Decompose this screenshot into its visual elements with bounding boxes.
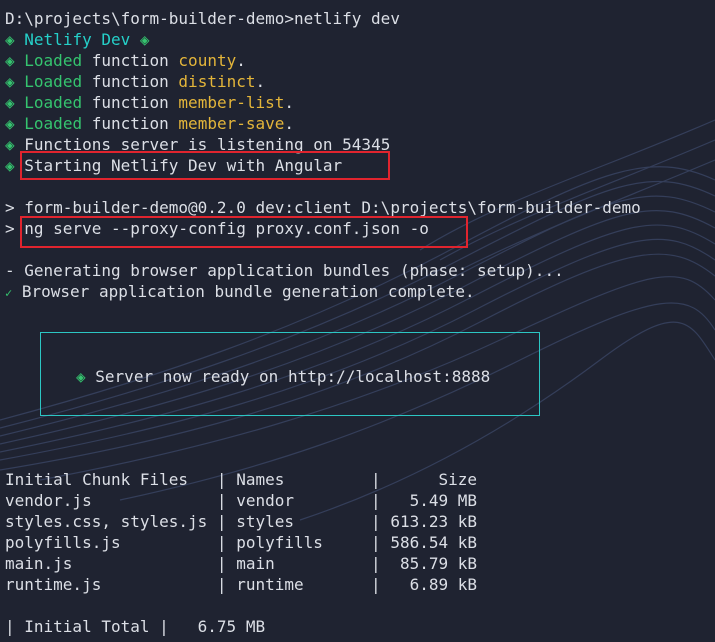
functions-server-line: ◈ Functions server is listening on 54345: [5, 134, 710, 155]
server-ready-line: ◈ Server now ready on http://localhost:8…: [76, 366, 490, 387]
function-label: function: [91, 72, 169, 91]
function-name: member-save: [178, 114, 285, 133]
diamond-icon: ◈: [5, 135, 15, 154]
table-row: vendor.js | vendor | 5.49 MB: [5, 491, 478, 510]
loaded-function-line: ◈ Loaded function distinct.: [5, 72, 266, 91]
loaded-label: Loaded: [24, 72, 83, 91]
function-name: member-list: [178, 93, 285, 112]
diamond-icon: ◈: [5, 30, 15, 49]
netlify-dev-label: Netlify Dev: [24, 30, 131, 49]
diamond-icon: ◈: [5, 156, 15, 175]
diamond-icon: ◈: [5, 93, 15, 112]
table-total: | Initial Total | 6.75 MB: [5, 617, 266, 636]
loaded-label: Loaded: [24, 51, 83, 70]
ng-serve-line: > ng serve --proxy-config proxy.conf.jso…: [5, 219, 429, 238]
loaded-function-line: ◈ Loaded function member-list.: [5, 93, 295, 112]
diamond-icon: ◈: [76, 367, 86, 386]
table-row: styles.css, styles.js | styles | 613.23 …: [5, 512, 478, 531]
table-row: polyfills.js | polyfills | 586.54 kB: [5, 533, 478, 552]
loaded-function-line: ◈ Loaded function county.: [5, 51, 246, 70]
server-ready-box: ◈ Server now ready on http://localhost:8…: [40, 332, 540, 416]
functions-server-text: Functions server is listening on 54345: [24, 135, 391, 154]
bundle-complete-text: Browser application bundle generation co…: [21, 282, 475, 301]
run-script-line: > form-builder-demo@0.2.0 dev:client D:\…: [5, 198, 641, 217]
diamond-icon: ◈: [5, 51, 15, 70]
table-row: runtime.js | runtime | 6.89 kB: [5, 575, 478, 594]
generating-line: - Generating browser application bundles…: [5, 261, 564, 280]
function-label: function: [91, 51, 169, 70]
loaded-function-line: ◈ Loaded function member-save.: [5, 114, 295, 133]
diamond-icon: ◈: [5, 114, 15, 133]
loaded-label: Loaded: [24, 114, 83, 133]
function-name: distinct: [178, 72, 256, 91]
starting-line: ◈ Starting Netlify Dev with Angular: [5, 155, 710, 176]
chunk-table: Initial Chunk Files | Names | Size vendo…: [5, 469, 710, 637]
netlify-dev-banner: ◈ Netlify Dev ◈: [5, 29, 710, 50]
starting-text: Starting Netlify Dev with Angular: [24, 156, 343, 175]
check-icon: ✓: [5, 286, 13, 300]
server-ready-text: Server now ready on http://localhost:888…: [95, 367, 491, 386]
function-label: function: [91, 93, 169, 112]
terminal-output: D:\projects\form-builder-demo>netlify de…: [5, 8, 710, 302]
bundle-complete-line: ✓ Browser application bundle generation …: [5, 281, 710, 302]
diamond-icon: ◈: [5, 72, 15, 91]
function-name: county: [178, 51, 237, 70]
prompt-line: D:\projects\form-builder-demo>netlify de…: [5, 9, 400, 28]
table-header: Initial Chunk Files | Names | Size: [5, 470, 478, 489]
table-row: main.js | main | 85.79 kB: [5, 554, 478, 573]
function-label: function: [91, 114, 169, 133]
loaded-label: Loaded: [24, 93, 83, 112]
diamond-icon: ◈: [139, 30, 150, 49]
